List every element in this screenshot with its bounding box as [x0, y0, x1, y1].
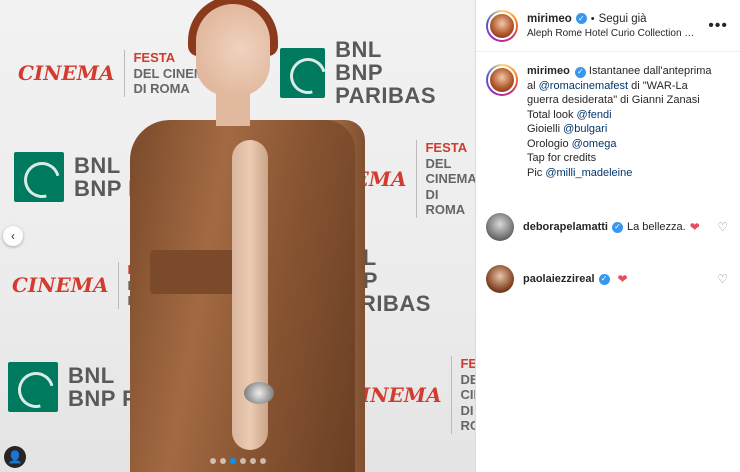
bnl-logo-icon [8, 362, 58, 412]
verified-badge-icon: ✓ [611, 221, 623, 233]
carousel-dots [0, 458, 475, 464]
carousel-dot [239, 458, 246, 464]
festa-text: FESTA DEL CINEMA DI ROMA [451, 356, 475, 434]
avatar[interactable] [486, 213, 514, 241]
mention-link[interactable]: @omega [572, 138, 617, 150]
verified-badge-icon: ✓ [598, 273, 610, 285]
bnl-logo-icon [14, 152, 64, 202]
red-heart-emoji: ❤ [689, 220, 700, 234]
caption-username[interactable]: mirimeo [527, 65, 570, 77]
red-heart-emoji: ❤ [617, 272, 628, 286]
like-comment-heart-icon[interactable]: ♡ [717, 272, 728, 286]
carousel-dot [259, 458, 266, 464]
post-photo[interactable]: CINEMA FESTA DEL CINEMA DI ROMA BNL BNP … [0, 0, 475, 472]
carousel-dot [219, 458, 226, 464]
mention-link[interactable]: @romacinemafest [539, 80, 628, 92]
post-header: mirimeo ✓ • Segui già Aleph Rome Hotel C… [476, 0, 740, 52]
comment-row: paolaiezzireal ✓ ❤ ♡ [486, 265, 728, 293]
avatar[interactable] [486, 265, 514, 293]
bnl-logo: BNL BNP PARIBAS [280, 38, 475, 107]
avatar[interactable] [486, 9, 518, 42]
caption-text: Istantanee dall'anteprima [588, 65, 712, 77]
chevron-left-icon: ‹ [11, 229, 15, 243]
carousel-dot [209, 458, 216, 464]
post-author-username[interactable]: mirimeo [527, 13, 572, 25]
carousel-dot-active [229, 458, 236, 464]
watch [244, 382, 274, 404]
user-tag-icon: 👤 [7, 450, 23, 464]
post-side-panel: mirimeo ✓ • Segui già Aleph Rome Hotel C… [475, 0, 740, 472]
separator-dot: • [590, 12, 595, 25]
carousel-prev-button[interactable]: ‹ [3, 226, 23, 246]
verified-badge-icon: ✓ [574, 66, 586, 78]
mention-link[interactable]: @fendi [577, 109, 612, 121]
comment-username[interactable]: paolaiezzireal [523, 273, 595, 285]
comments-section: mirimeo ✓ Istantanee dall'anteprima al @… [476, 52, 740, 293]
like-comment-heart-icon[interactable]: ♡ [717, 220, 728, 234]
festa-text: FESTA DEL CINEMA DI ROMA [416, 140, 475, 218]
mention-link[interactable]: @bulgari [563, 123, 607, 135]
comment-row: deborapelamatti ✓ La bellezza. ❤ ♡ [486, 213, 728, 241]
festa-cinema-logo: CINEMA FESTA DEL CINEMA DI ROMA [18, 50, 214, 97]
bnl-logo-icon [280, 47, 326, 98]
comment-text: La bellezza. [626, 221, 686, 233]
mention-link[interactable]: @milli_madeleine [545, 167, 632, 179]
more-options-icon[interactable]: ••• [708, 17, 728, 35]
post-caption: mirimeo ✓ Istantanee dall'anteprima al @… [486, 64, 728, 180]
cinema-logo-text: CINEMA [12, 273, 109, 298]
avatar[interactable] [486, 64, 518, 96]
post-location[interactable]: Aleph Rome Hotel Curio Collection by ... [527, 28, 699, 39]
carousel-dot [249, 458, 256, 464]
following-button[interactable]: Segui già [599, 13, 647, 25]
verified-badge-icon: ✓ [575, 13, 587, 24]
user-tag-button[interactable]: 👤 [4, 446, 26, 468]
head [196, 4, 270, 96]
comment-username[interactable]: deborapelamatti [523, 221, 608, 233]
cinema-logo-text: CINEMA [18, 61, 115, 86]
